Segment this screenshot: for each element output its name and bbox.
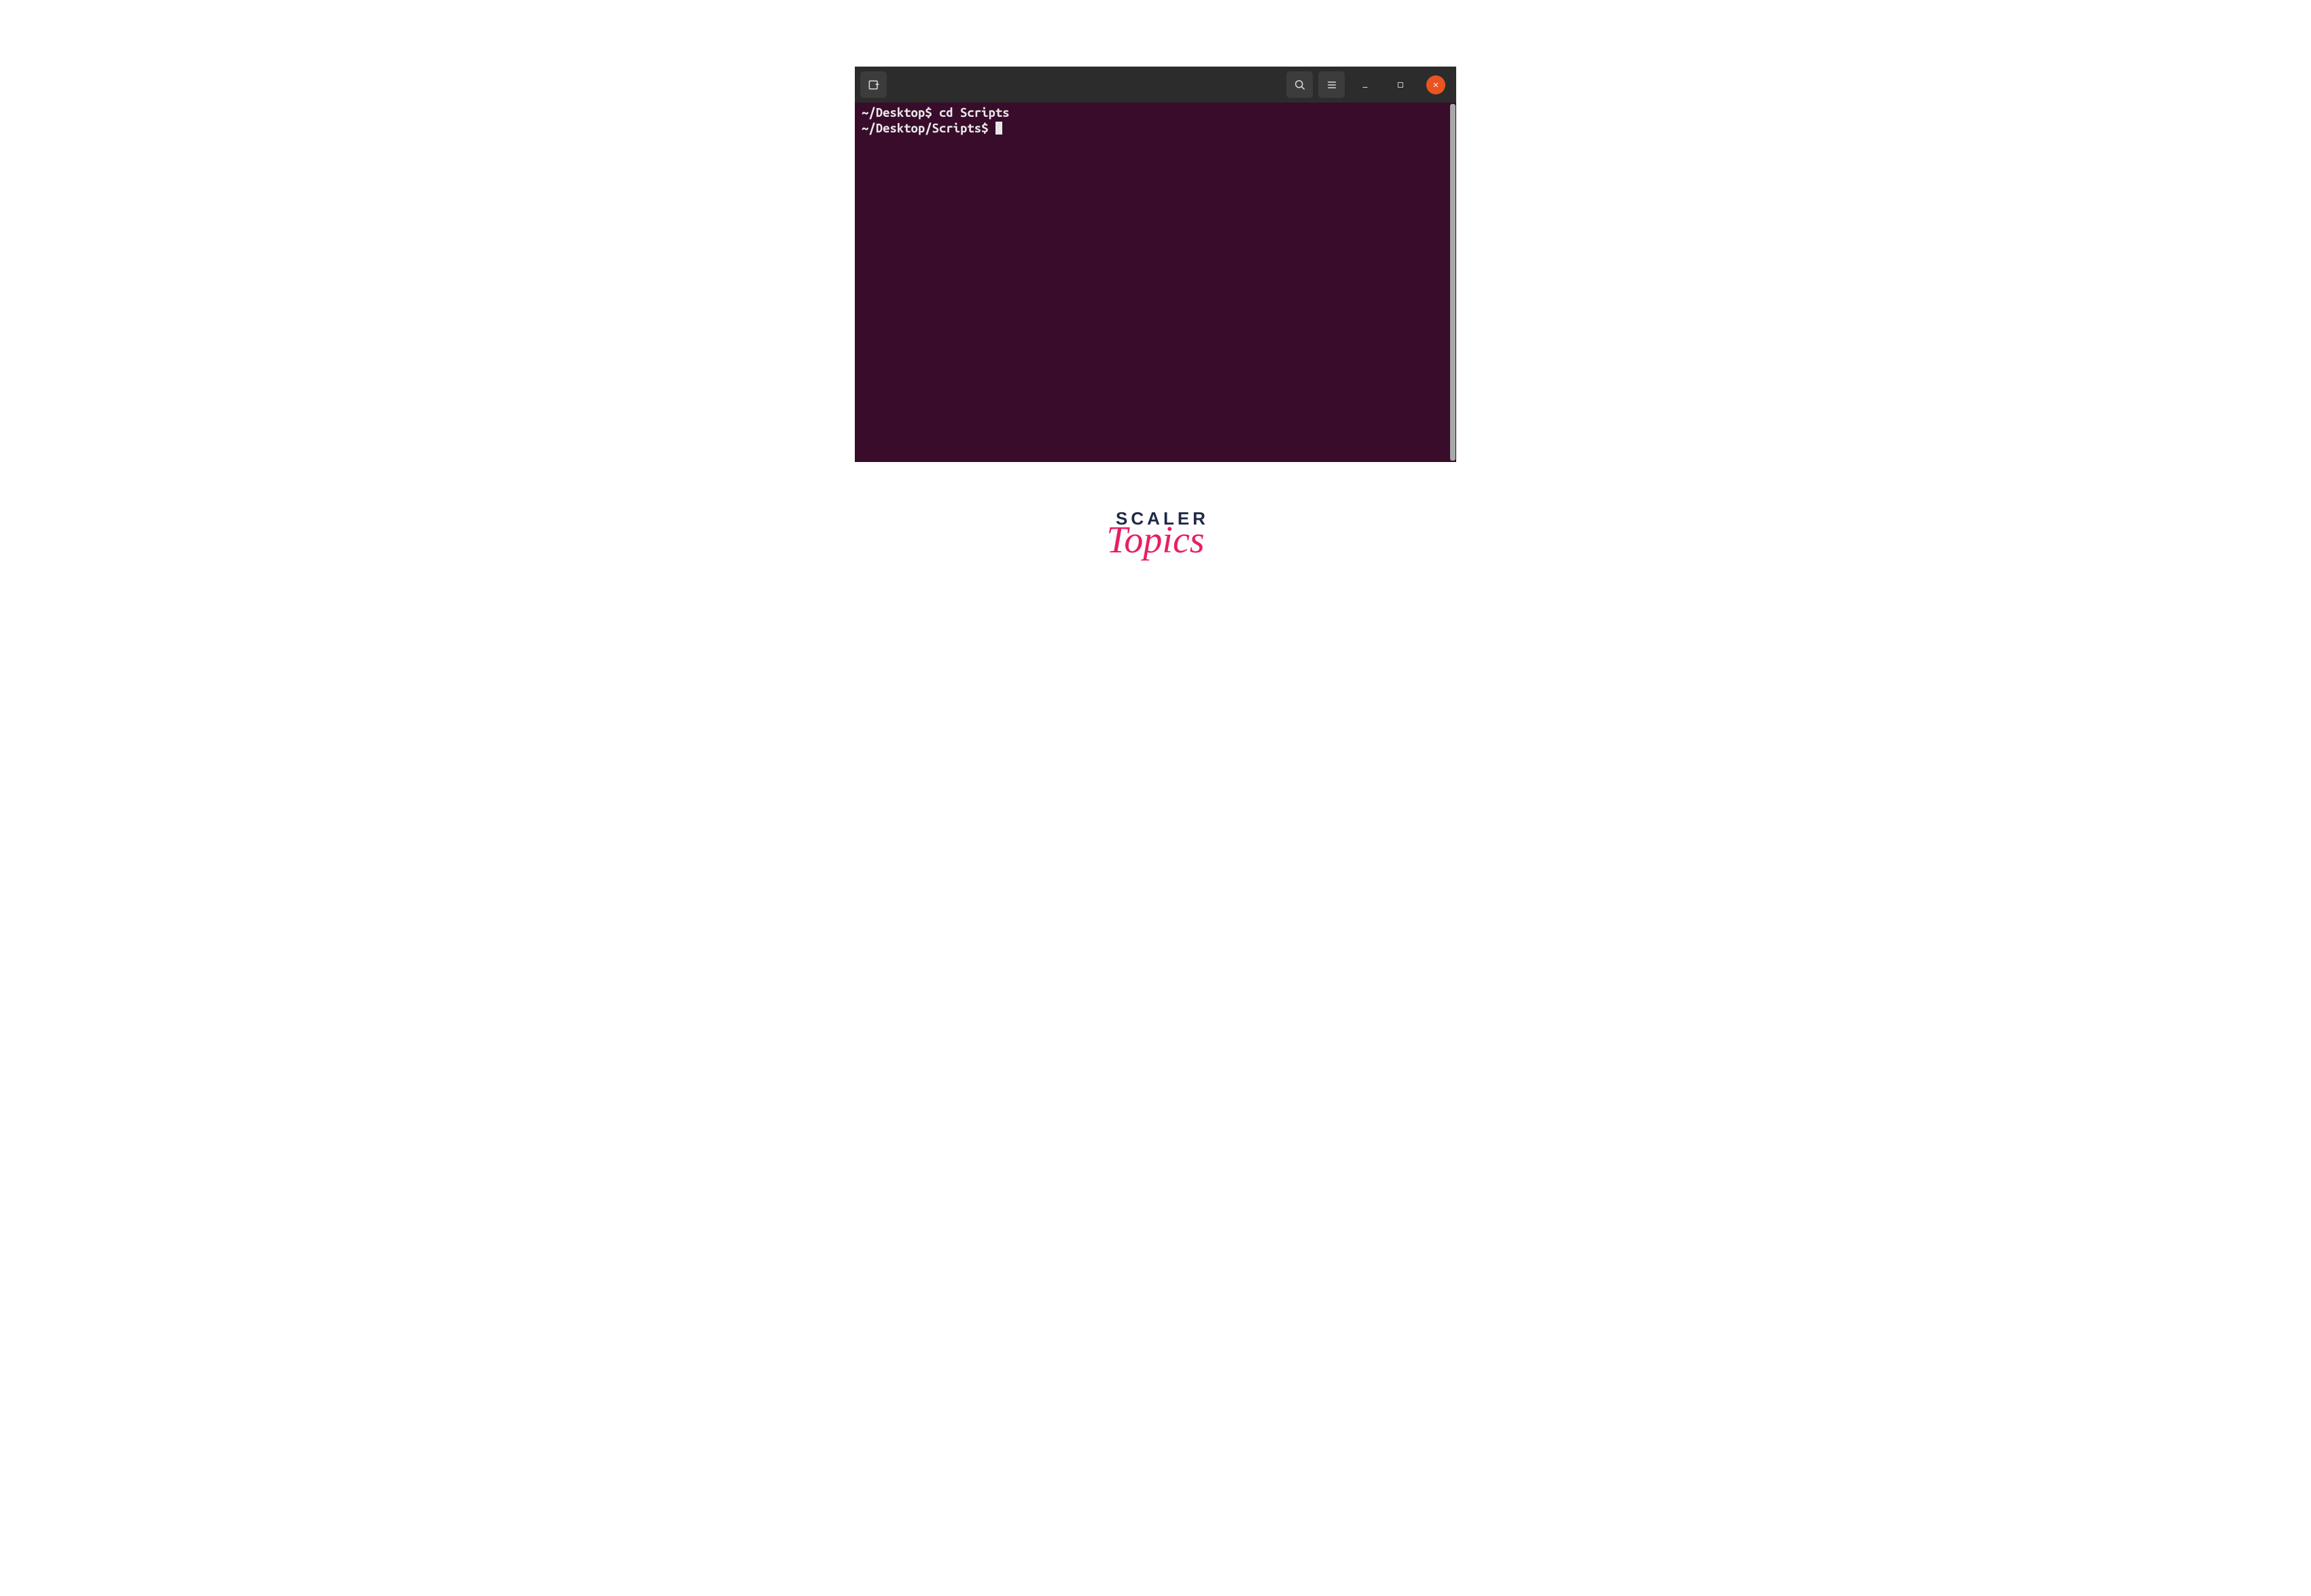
menu-button[interactable] (1318, 71, 1345, 98)
search-button[interactable] (1286, 71, 1313, 98)
cursor (995, 122, 1002, 135)
logo-topics-text: Topics (1106, 518, 1204, 562)
scrollbar[interactable] (1450, 104, 1456, 461)
terminal-line-1: ~/Desktop$ cd Scripts (862, 105, 1449, 121)
prompt-2: ~/Desktop/Scripts$ (862, 122, 995, 135)
hamburger-icon (1325, 78, 1339, 92)
new-tab-button[interactable] (860, 71, 887, 98)
logo: SCALER Topics (1102, 508, 1209, 562)
maximize-button[interactable] (1391, 75, 1410, 94)
terminal-window: ~/Desktop$ cd Scripts ~/Desktop/Scripts$ (855, 67, 1456, 462)
close-icon (1432, 81, 1440, 89)
minimize-icon (1360, 80, 1370, 90)
terminal-body[interactable]: ~/Desktop$ cd Scripts ~/Desktop/Scripts$ (855, 103, 1456, 462)
command-1: cd Scripts (939, 106, 1010, 120)
titlebar-right (1286, 71, 1451, 98)
maximize-icon (1396, 81, 1405, 89)
titlebar-left (860, 71, 887, 98)
search-icon (1293, 78, 1307, 92)
minimize-button[interactable] (1356, 75, 1375, 94)
terminal-line-2: ~/Desktop/Scripts$ (862, 121, 1449, 137)
prompt-1: ~/Desktop$ (862, 106, 939, 120)
new-tab-icon (867, 78, 881, 92)
window-titlebar (855, 67, 1456, 103)
close-button[interactable] (1426, 75, 1445, 94)
